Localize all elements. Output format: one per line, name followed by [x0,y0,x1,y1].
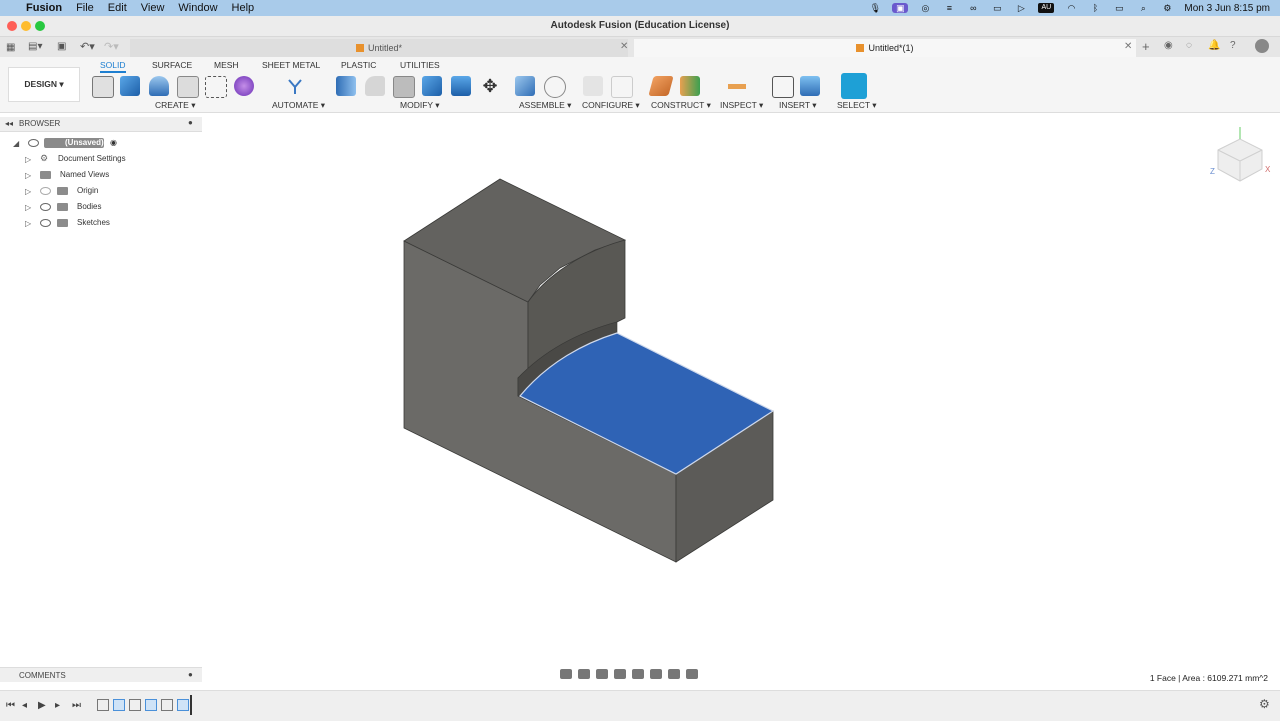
go-to-end-icon[interactable]: ⏭ [72,700,81,711]
timeline: ⏮ ◂ ▶ ▸ ⏭ ⚙ [0,690,1280,721]
selection-status: 1 Face | Area : 6109.271 mm^2 [1149,673,1268,683]
timeline-sketch-feature[interactable] [129,699,141,711]
timeline-extrude-feature[interactable] [145,699,157,711]
step-forward-icon[interactable]: ▸ [55,700,60,711]
play-icon[interactable]: ▶ [38,700,46,711]
navigation-bar [560,666,720,682]
axis-x-label: X [1265,165,1271,174]
fit-icon[interactable] [632,669,644,679]
timeline-marker[interactable] [190,695,192,715]
step-back-icon[interactable]: ◂ [22,700,27,711]
display-settings-icon[interactable] [650,669,662,679]
timeline-sketch-feature[interactable] [161,699,173,711]
pan-icon[interactable] [596,669,608,679]
orbit-icon[interactable] [560,669,572,679]
comments-pin-icon[interactable]: ● [188,670,193,679]
axis-z-label: Z [1210,167,1215,176]
timeline-extrude-feature[interactable] [113,699,125,711]
viewports-icon[interactable] [686,669,698,679]
comments-label: COMMENTS [19,671,66,680]
go-to-start-icon[interactable]: ⏮ [6,700,15,711]
view-cube[interactable]: Z X [1210,125,1270,185]
timeline-extrude-feature[interactable] [177,699,189,711]
comments-panel[interactable]: COMMENTS ● [0,667,202,682]
grid-settings-icon[interactable] [668,669,680,679]
timeline-sketch-feature[interactable] [97,699,109,711]
model-viewport[interactable] [0,0,1280,720]
zoom-icon[interactable] [614,669,626,679]
timeline-settings-icon[interactable]: ⚙ [1259,697,1270,711]
look-at-icon[interactable] [578,669,590,679]
